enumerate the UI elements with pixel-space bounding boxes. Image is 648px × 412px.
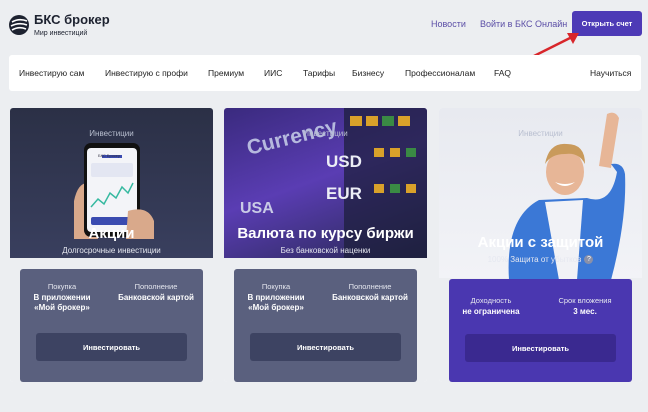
card-subtitle: 100% Защита от убытков? — [439, 255, 642, 265]
nav-item-self[interactable]: Инвестирую сам — [19, 68, 84, 78]
open-account-button[interactable]: Открыть счет — [572, 11, 642, 36]
card-title: Акции с защитой — [477, 234, 604, 251]
stat-value: В приложении «Мой брокер» — [33, 293, 91, 312]
stat-label: Пополнение — [348, 282, 392, 291]
logo[interactable]: БКС брокер Мир инвестиций — [8, 12, 110, 37]
logo-name: БКС брокер — [34, 12, 110, 27]
login-link[interactable]: Войти в БКС Онлайн — [480, 19, 567, 29]
ticker-eur: EUR — [326, 184, 362, 203]
stat-value: Банковской картой — [332, 293, 408, 302]
nav-item-faq[interactable]: FAQ — [494, 68, 511, 78]
stat-label: Покупка — [261, 282, 291, 291]
card-subtitle: Долгосрочные инвестиции — [62, 246, 161, 255]
invest-button[interactable]: Инвестировать — [36, 333, 187, 361]
nav-item-professionals[interactable]: Профессионалам — [405, 68, 475, 78]
nav-item-pro[interactable]: Инвестирую с профи — [105, 68, 188, 78]
card-subtitle-text: 100% Защита от убытков — [487, 255, 582, 264]
card-category: Инвестиции — [89, 129, 134, 138]
stat-label: Покупка — [47, 282, 77, 291]
card-currency[interactable]: Currency USD EUR USA Инвестиции Валюта п… — [224, 108, 427, 382]
card-category: Инвестиции — [303, 129, 348, 138]
stat-label: Доходность — [470, 296, 512, 305]
nav-item-learn[interactable]: Научиться — [590, 68, 631, 78]
card-info-panel: Покупка В приложении «Мой брокер» Пополн… — [234, 269, 417, 382]
card-subtitle: Без банковской наценки — [280, 246, 371, 255]
stat-value: В приложении «Мой брокер» — [247, 293, 305, 312]
invest-button[interactable]: Инвестировать — [250, 333, 401, 361]
site-header: БКС брокер Мир инвестиций Новости Войти … — [0, 0, 648, 63]
ticker-usa: USA — [240, 200, 274, 217]
stat-value: Банковской картой — [118, 293, 194, 302]
stat-label: Срок вложения — [558, 296, 612, 305]
stat-label: Пополнение — [134, 282, 178, 291]
card-protected-stocks[interactable]: Инвестиции Акции с защитой 100% Защита о… — [439, 108, 642, 382]
news-link[interactable]: Новости — [431, 19, 466, 29]
logo-icon — [9, 14, 29, 35]
nav-item-iis[interactable]: ИИС — [264, 68, 282, 78]
card-title: Акции — [88, 225, 135, 242]
stat-value: не ограничена — [462, 307, 520, 316]
invest-button[interactable]: Инвестировать — [465, 334, 616, 362]
logo-tagline: Мир инвестиций — [34, 30, 88, 37]
nav-item-premium[interactable]: Премиум — [208, 68, 244, 78]
card-category: Инвестиции — [518, 129, 563, 138]
main-nav: Инвестирую сам Инвестирую с профи Премиу… — [9, 55, 641, 91]
help-icon[interactable]: ? — [584, 255, 594, 265]
card-info-panel: Доходность не ограничена Срок вложения 3… — [449, 279, 632, 382]
card-title: Валюта по курсу биржи — [237, 225, 414, 242]
ticker-usd: USD — [326, 152, 362, 171]
nav-item-business[interactable]: Бизнесу — [352, 68, 384, 78]
phone-app-label: БКС Брокер — [98, 153, 121, 158]
card-info-panel: Покупка В приложении «Мой брокер» Пополн… — [20, 269, 203, 382]
card-stocks[interactable]: Инвестиции БКС Брокер Акции Долгосрочные… — [10, 108, 213, 382]
nav-item-tariffs[interactable]: Тарифы — [303, 68, 335, 78]
stat-value: 3 мес. — [573, 307, 597, 316]
